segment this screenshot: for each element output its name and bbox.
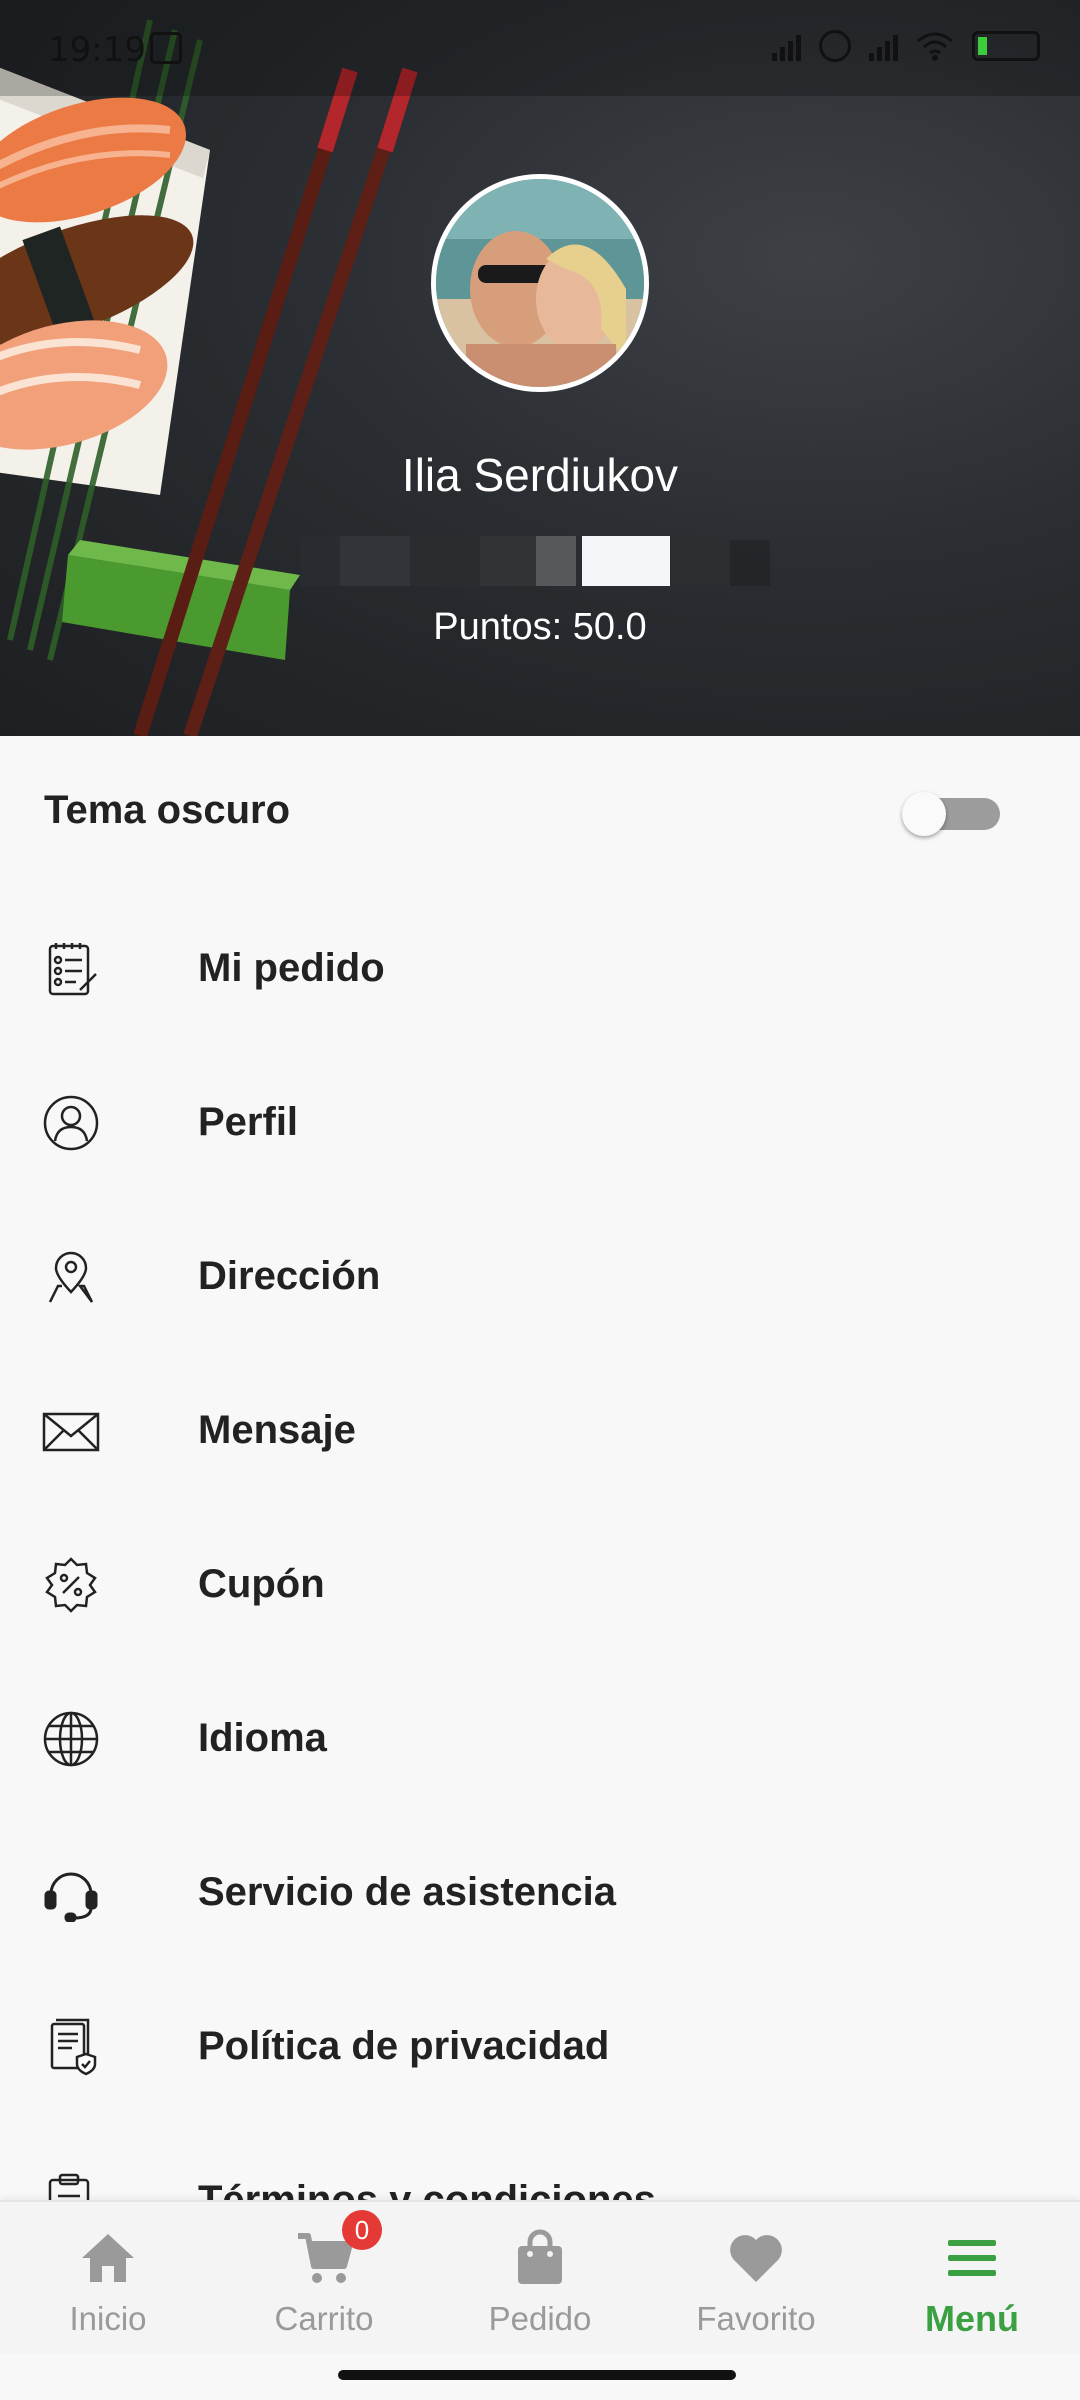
loyalty-points: Puntos: 50.0 [433,606,647,648]
bottom-navigation: Inicio 0 Carrito Pedido Favorito Menú [0,2200,1080,2354]
menu-item-profile[interactable]: Perfil [0,1044,1080,1198]
menu-item-terms[interactable]: Términos y condiciones [0,2122,1080,2200]
menu-item-label: Idioma [198,1716,327,1760]
nav-label: Carrito [274,2300,374,2337]
nav-label: Pedido [488,2300,592,2337]
signal-icon [772,31,801,61]
clipboard-icon [48,2173,90,2200]
redacted-contact-info [300,536,770,586]
nav-cart[interactable]: 0 Carrito [216,2202,432,2356]
menu-item-label: Política de privacidad [198,2024,610,2068]
dark-theme-label: Tema oscuro [44,788,290,832]
profile-header: 19:19 Ilia Serdiukov Puntos: 50.0 [0,0,1080,736]
location-pin-icon [48,1251,94,1303]
status-bar: 19:19 [0,0,1080,96]
user-name: Ilia Serdiukov [401,449,679,501]
heart-icon [730,2235,782,2282]
status-time: 19:19 [48,30,146,70]
signal-icon [869,31,898,61]
menu-item-messages[interactable]: Mensaje [0,1352,1080,1506]
avatar[interactable] [431,174,649,392]
menu-item-label: Mi pedido [198,946,385,990]
menu-item-label: Mensaje [198,1408,356,1452]
envelope-icon [42,1412,100,1452]
menu-item-language[interactable]: Idioma [0,1660,1080,1814]
globe-icon [43,1711,99,1767]
nav-label: Favorito [696,2300,816,2337]
privacy-document-icon [50,2018,97,2076]
nav-orders[interactable]: Pedido [432,2202,648,2356]
menu-item-label: Cupón [198,1562,325,1606]
menu-list: Mi pedido Perfil Dirección Mensaje Cupón… [0,890,1080,2200]
shopping-bag-icon [518,2229,562,2284]
menu-item-coupon[interactable]: Cupón [0,1506,1080,1660]
data-saver-icon [819,30,851,62]
coupon-percent-icon [45,1557,97,1613]
hamburger-menu-icon [948,2240,996,2276]
menu-item-privacy-policy[interactable]: Política de privacidad [0,1968,1080,2122]
dark-theme-toggle[interactable] [902,792,1000,836]
menu-item-support[interactable]: Servicio de asistencia [0,1814,1080,1968]
menu-item-label: Servicio de asistencia [198,1870,617,1914]
menu-item-address[interactable]: Dirección [0,1198,1080,1352]
menu-item-label: Términos y condiciones [198,2178,656,2200]
order-list-icon [48,943,97,996]
home-icon [82,2234,134,2282]
headset-icon [44,1872,98,1922]
avatar-photo [436,179,644,387]
wifi-icon [917,32,953,61]
nav-home[interactable]: Inicio [0,2202,216,2356]
sim-card-icon [150,32,182,64]
menu-item-label: Dirección [198,1254,381,1298]
nav-menu[interactable]: Menú [864,2202,1080,2356]
battery-icon [972,31,1040,61]
home-indicator[interactable] [338,2370,736,2380]
menu-item-my-order[interactable]: Mi pedido [0,890,1080,1044]
nav-label: Menú [925,2298,1019,2339]
user-icon [43,1095,99,1151]
cart-count-badge: 0 [342,2210,382,2250]
nav-label: Inicio [69,2300,147,2337]
dark-theme-row[interactable]: Tema oscuro [0,736,1080,890]
nav-favorites[interactable]: Favorito [648,2202,864,2356]
menu-item-label: Perfil [198,1100,299,1144]
